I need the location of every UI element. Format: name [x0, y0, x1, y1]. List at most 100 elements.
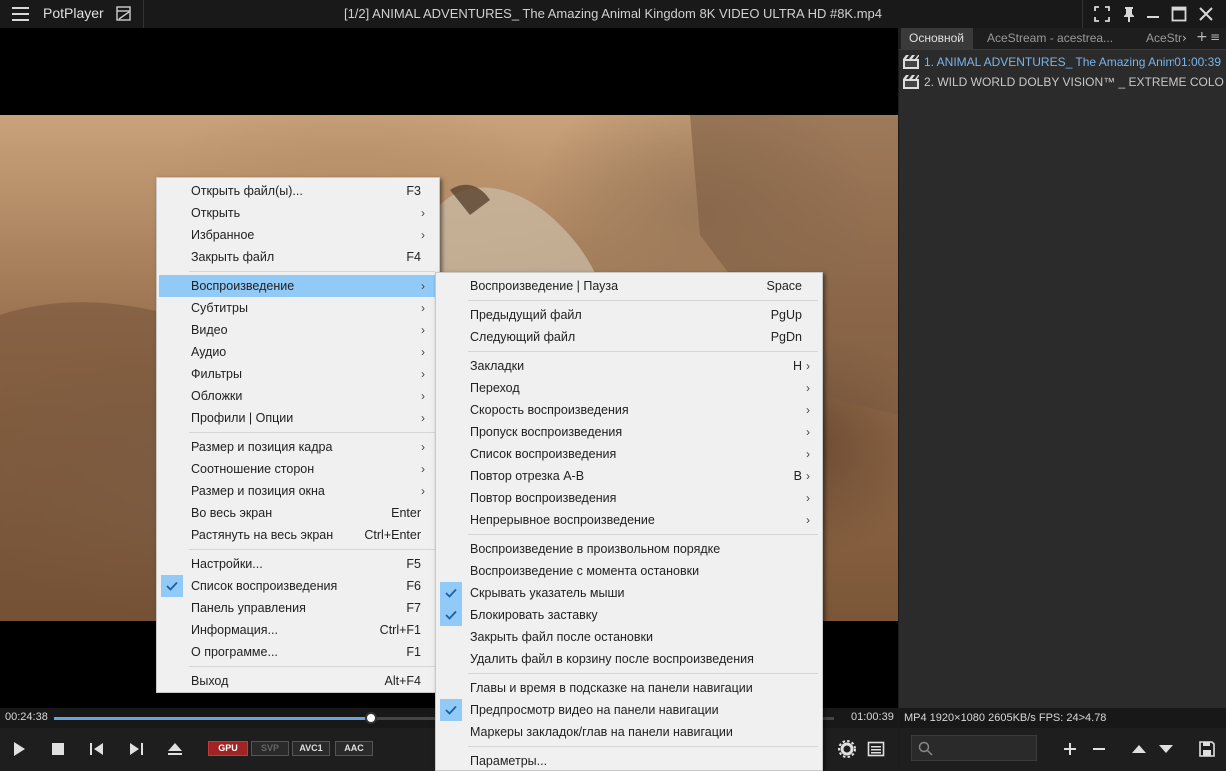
submenu-item-resume[interactable]: Воспроизведение с момента остановки — [438, 560, 820, 582]
menu-item-favorites[interactable]: Избранное › — [159, 224, 437, 246]
eject-icon[interactable] — [166, 740, 184, 758]
menu-item-window-size[interactable]: Размер и позиция окна › — [159, 480, 437, 502]
menu-separator — [468, 673, 818, 674]
pin-icon[interactable] — [1119, 4, 1139, 24]
submenu-item-bookmark-markers[interactable]: Маркеры закладок/глав на панели навигаци… — [438, 721, 820, 743]
submenu-item-parameters[interactable]: Параметры... — [438, 750, 820, 771]
menu-item-settings[interactable]: Настройки... F5 — [159, 553, 437, 575]
submenu-arrow-icon: › — [421, 301, 425, 315]
total-time: 01:00:39 — [851, 711, 894, 723]
menu-item-about[interactable]: О программе... F1 — [159, 641, 437, 663]
menu-item-audio[interactable]: Аудио › — [159, 341, 437, 363]
menu-item-control-panel[interactable]: Панель управления F7 — [159, 597, 437, 619]
playlist-search-input[interactable] — [911, 735, 1037, 761]
submenu-arrow-icon: › — [806, 381, 810, 395]
film-icon — [903, 55, 919, 69]
menu-item-open-files[interactable]: Открыть файл(ы)... F3 — [159, 180, 437, 202]
submenu-item-continuous[interactable]: Непрерывное воспроизведение › — [438, 509, 820, 531]
menu-item-stretch-fullscreen[interactable]: Растянуть на весь экран Ctrl+Enter — [159, 524, 437, 546]
menu-item-fullscreen[interactable]: Во весь экран Enter — [159, 502, 437, 524]
save-icon[interactable] — [1198, 740, 1216, 758]
submenu-item-ab-repeat[interactable]: Повтор отрезка A-B B › — [438, 465, 820, 487]
submenu-item-shuffle[interactable]: Воспроизведение в произвольном порядке — [438, 538, 820, 560]
menu-item-info[interactable]: Информация... Ctrl+F1 — [159, 619, 437, 641]
submenu-arrow-icon: › — [421, 323, 425, 337]
submenu-item-seek-preview[interactable]: Предпросмотр видео на панели навигации — [438, 699, 820, 721]
minimize-icon[interactable] — [1143, 4, 1163, 24]
app-name: PotPlayer — [43, 5, 104, 21]
menu-item-profiles[interactable]: Профили | Опции › — [159, 407, 437, 429]
audio-codec-badge[interactable]: AAC — [335, 741, 373, 756]
menu-separator — [189, 432, 435, 433]
tab-scroll-right-icon[interactable]: › — [1182, 31, 1187, 46]
menu-item-aspect-ratio[interactable]: Соотношение сторон › — [159, 458, 437, 480]
menu-item-subtitles[interactable]: Субтитры › — [159, 297, 437, 319]
fullscreen-icon[interactable] — [1092, 4, 1112, 24]
playlist-item-duration: 01:00:39 — [1174, 55, 1221, 69]
add-icon[interactable] — [1061, 740, 1079, 758]
menu-separator — [189, 271, 435, 272]
tab-acestream-2[interactable]: AceStr — [1138, 28, 1184, 50]
submenu-item-playlist[interactable]: Список воспроизведения › — [438, 443, 820, 465]
move-down-icon[interactable] — [1157, 740, 1175, 758]
menu-item-playback[interactable]: Воспроизведение › — [159, 275, 437, 297]
next-icon[interactable] — [127, 740, 145, 758]
current-time: 00:24:38 — [5, 711, 48, 723]
playback-submenu: Воспроизведение | Пауза Space Предыдущий … — [435, 272, 823, 771]
tab-acestream[interactable]: AceStream - acestrea... — [979, 28, 1133, 50]
submenu-item-chapters-tooltip[interactable]: Главы и время в подсказке на панели нави… — [438, 677, 820, 699]
menu-item-exit[interactable]: Выход Alt+F4 — [159, 670, 437, 692]
tab-menu-icon[interactable]: ≡ — [1210, 30, 1220, 45]
menu-item-video[interactable]: Видео › — [159, 319, 437, 341]
menu-item-skins[interactable]: Обложки › — [159, 385, 437, 407]
submenu-item-skip[interactable]: Пропуск воспроизведения › — [438, 421, 820, 443]
submenu-item-block-screensaver[interactable]: Блокировать заставку — [438, 604, 820, 626]
menu-item-frame-size[interactable]: Размер и позиция кадра › — [159, 436, 437, 458]
submenu-item-next-file[interactable]: Следующий файл PgDn — [438, 326, 820, 348]
playlist-item-title: 2. WILD WORLD DOLBY VISION™ _ EXTREME CO… — [924, 75, 1224, 89]
submenu-arrow-icon: › — [806, 359, 810, 373]
tab-main[interactable]: Основной — [901, 28, 973, 50]
menu-item-close-file[interactable]: Закрыть файл F4 — [159, 246, 437, 268]
stop-icon[interactable] — [49, 740, 67, 758]
maximize-icon[interactable] — [1169, 4, 1189, 24]
menu-item-open[interactable]: Открыть › — [159, 202, 437, 224]
add-tab-icon[interactable]: + — [1196, 30, 1208, 45]
close-icon[interactable] — [1196, 4, 1216, 24]
submenu-arrow-icon: › — [421, 462, 425, 476]
menu-icon[interactable] — [12, 6, 29, 22]
svp-badge[interactable]: SVP — [251, 741, 289, 756]
submenu-item-previous-file[interactable]: Предыдущий файл PgUp — [438, 304, 820, 326]
submenu-item-bookmarks[interactable]: Закладки H › — [438, 355, 820, 377]
play-icon[interactable] — [10, 740, 28, 758]
playlist-item[interactable]: 2. WILD WORLD DOLBY VISION™ _ EXTREME CO… — [903, 72, 1224, 92]
submenu-arrow-icon: › — [806, 447, 810, 461]
playlist-toggle-icon[interactable] — [867, 740, 885, 758]
submenu-item-delete-after-play[interactable]: Удалить файл в корзину после воспроизвед… — [438, 648, 820, 670]
submenu-item-hide-cursor[interactable]: Скрывать указатель мыши — [438, 582, 820, 604]
checkmark-icon — [161, 575, 183, 597]
submenu-item-repeat[interactable]: Повтор воспроизведения › — [438, 487, 820, 509]
remove-icon[interactable] — [1090, 740, 1108, 758]
submenu-item-close-after-stop[interactable]: Закрыть файл после остановки — [438, 626, 820, 648]
submenu-arrow-icon: › — [806, 425, 810, 439]
window-title: [1/2] ANIMAL ADVENTURES_ The Amazing Ani… — [343, 6, 883, 21]
menu-separator — [468, 351, 818, 352]
previous-icon[interactable] — [88, 740, 106, 758]
seek-handle[interactable] — [364, 712, 377, 724]
codec-badge[interactable]: AVC1 — [292, 741, 330, 756]
checkmark-icon — [440, 699, 462, 721]
submenu-item-play-pause[interactable]: Воспроизведение | Пауза Space — [438, 275, 820, 297]
gpu-badge[interactable]: GPU — [208, 741, 248, 756]
menu-item-filters[interactable]: Фильтры › — [159, 363, 437, 385]
menu-separator — [189, 549, 435, 550]
menu-item-playlist[interactable]: Список воспроизведения F6 — [159, 575, 437, 597]
submenu-item-seek[interactable]: Переход › — [438, 377, 820, 399]
playlist-item[interactable]: 1. ANIMAL ADVENTURES_ The Amazing Anim..… — [903, 52, 1223, 72]
checkmark-icon — [440, 604, 462, 626]
submenu-arrow-icon: › — [421, 228, 425, 242]
settings-icon[interactable] — [838, 740, 856, 758]
move-up-icon[interactable] — [1130, 740, 1148, 758]
skin-icon[interactable] — [116, 6, 131, 21]
submenu-item-speed[interactable]: Скорость воспроизведения › — [438, 399, 820, 421]
